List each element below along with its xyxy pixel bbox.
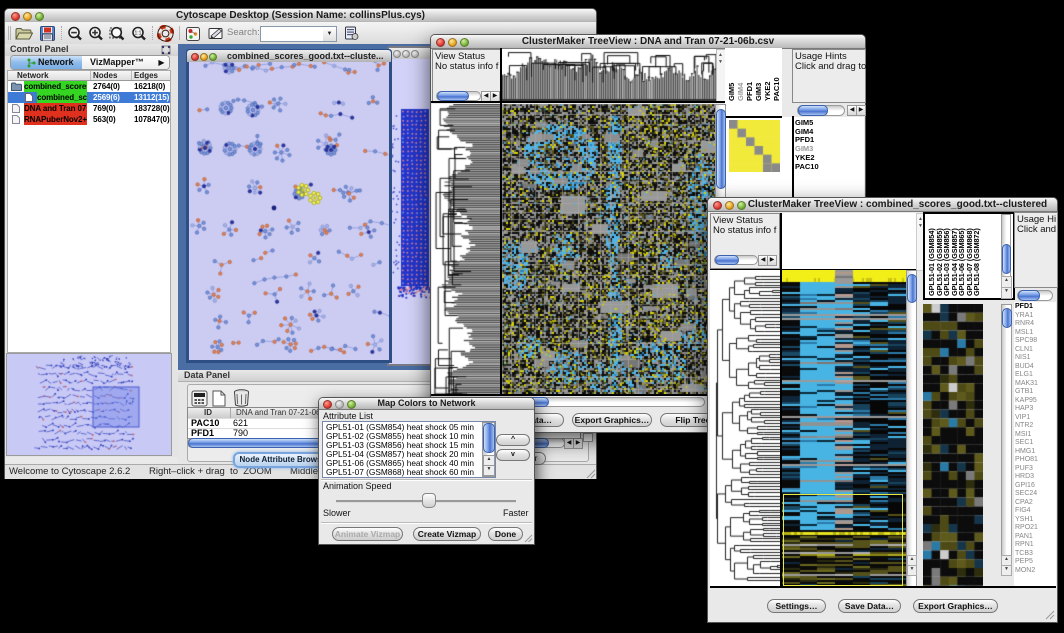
svg-text:1:1: 1:1 (135, 31, 142, 37)
